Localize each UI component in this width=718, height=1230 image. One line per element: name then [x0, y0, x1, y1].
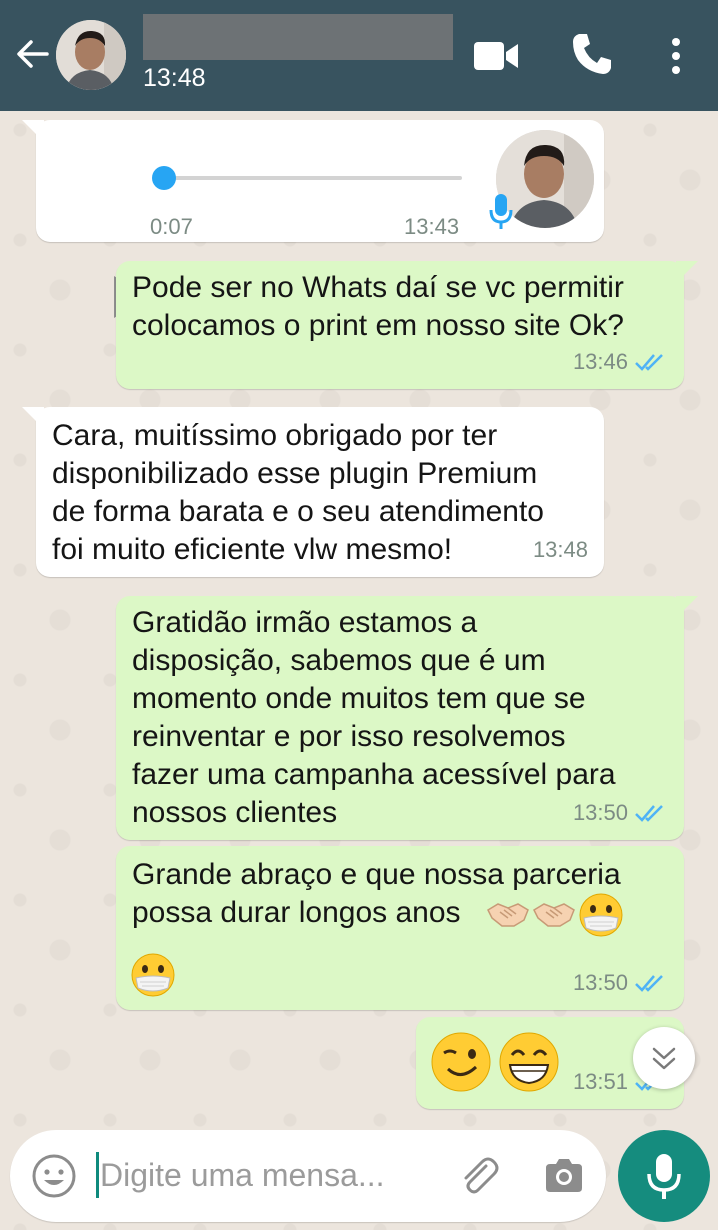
- message-bubble-outgoing: Grande abraço e que nossa parceria possa…: [116, 846, 684, 1010]
- back-arrow-icon[interactable]: [14, 36, 50, 72]
- voice-duration: 0:07: [150, 214, 193, 239]
- voice-progress-track[interactable]: [156, 176, 462, 180]
- message-text: Cara, muitíssimo obrigado por ter dispon…: [52, 419, 544, 566]
- handshake-emoji-icon: [487, 903, 529, 927]
- scroll-to-bottom-button[interactable]: [633, 1027, 695, 1089]
- mic-icon: [647, 1154, 681, 1199]
- message-composer: [10, 1130, 606, 1222]
- message-meta: 13:50: [573, 794, 668, 832]
- emoji-icon[interactable]: [30, 1152, 78, 1200]
- message-bubble-outgoing: Gratidão irmão estamos a disposição, sab…: [116, 596, 698, 840]
- message-time: 13:51: [572, 1069, 628, 1094]
- message-meta: 13:46: [573, 343, 668, 381]
- message-time: 13:48: [532, 537, 588, 562]
- message-bubble-outgoing: Pode ser no Whats daí se vc permitir col…: [116, 261, 698, 389]
- chat-header: 13:48: [0, 0, 718, 111]
- mask-face-emoji-icon: [131, 953, 175, 997]
- video-call-icon[interactable]: [472, 36, 520, 76]
- contact-avatar[interactable]: [56, 20, 126, 90]
- grin-face-emoji-icon: [499, 1032, 559, 1092]
- attach-icon[interactable]: [456, 1154, 500, 1198]
- record-voice-button[interactable]: [618, 1130, 710, 1222]
- camera-icon[interactable]: [542, 1154, 586, 1198]
- message-time: 13:46: [572, 349, 628, 374]
- mask-face-emoji-icon: [579, 893, 623, 937]
- bubble-tail: [676, 261, 698, 283]
- contact-name-redacted[interactable]: [143, 14, 453, 60]
- message-bubble-incoming: Cara, muitíssimo obrigado por ter dispon…: [22, 407, 604, 577]
- message-text: Pode ser no Whats daí se vc permitir col…: [132, 271, 624, 342]
- chevron-double-down-icon: [652, 1047, 676, 1070]
- handshake-emoji-icon: [533, 903, 575, 927]
- last-seen-time: 13:48: [143, 64, 206, 92]
- double-check-read-icon: [635, 805, 663, 822]
- bubble-tail: [22, 120, 44, 142]
- voice-timestamp: 13:43: [404, 214, 460, 239]
- more-vertical-icon[interactable]: [662, 36, 690, 76]
- message-time: 13:50: [572, 800, 628, 825]
- double-check-read-icon: [635, 975, 663, 992]
- message-input[interactable]: [100, 1150, 440, 1200]
- voice-message-bubble: 0:07 13:43: [22, 120, 604, 318]
- bubble-tail: [676, 596, 698, 618]
- message-time: 13:50: [572, 970, 628, 995]
- text-cursor: [96, 1152, 99, 1198]
- mic-icon: [489, 194, 513, 229]
- double-check-read-icon: [635, 354, 663, 371]
- wink-face-emoji-icon: [431, 1032, 491, 1092]
- message-meta: 13:50: [573, 964, 668, 1002]
- voice-progress-handle[interactable]: [152, 166, 176, 190]
- phone-icon[interactable]: [569, 30, 615, 78]
- bubble-tail: [22, 407, 44, 429]
- message-meta: 13:48: [533, 531, 588, 569]
